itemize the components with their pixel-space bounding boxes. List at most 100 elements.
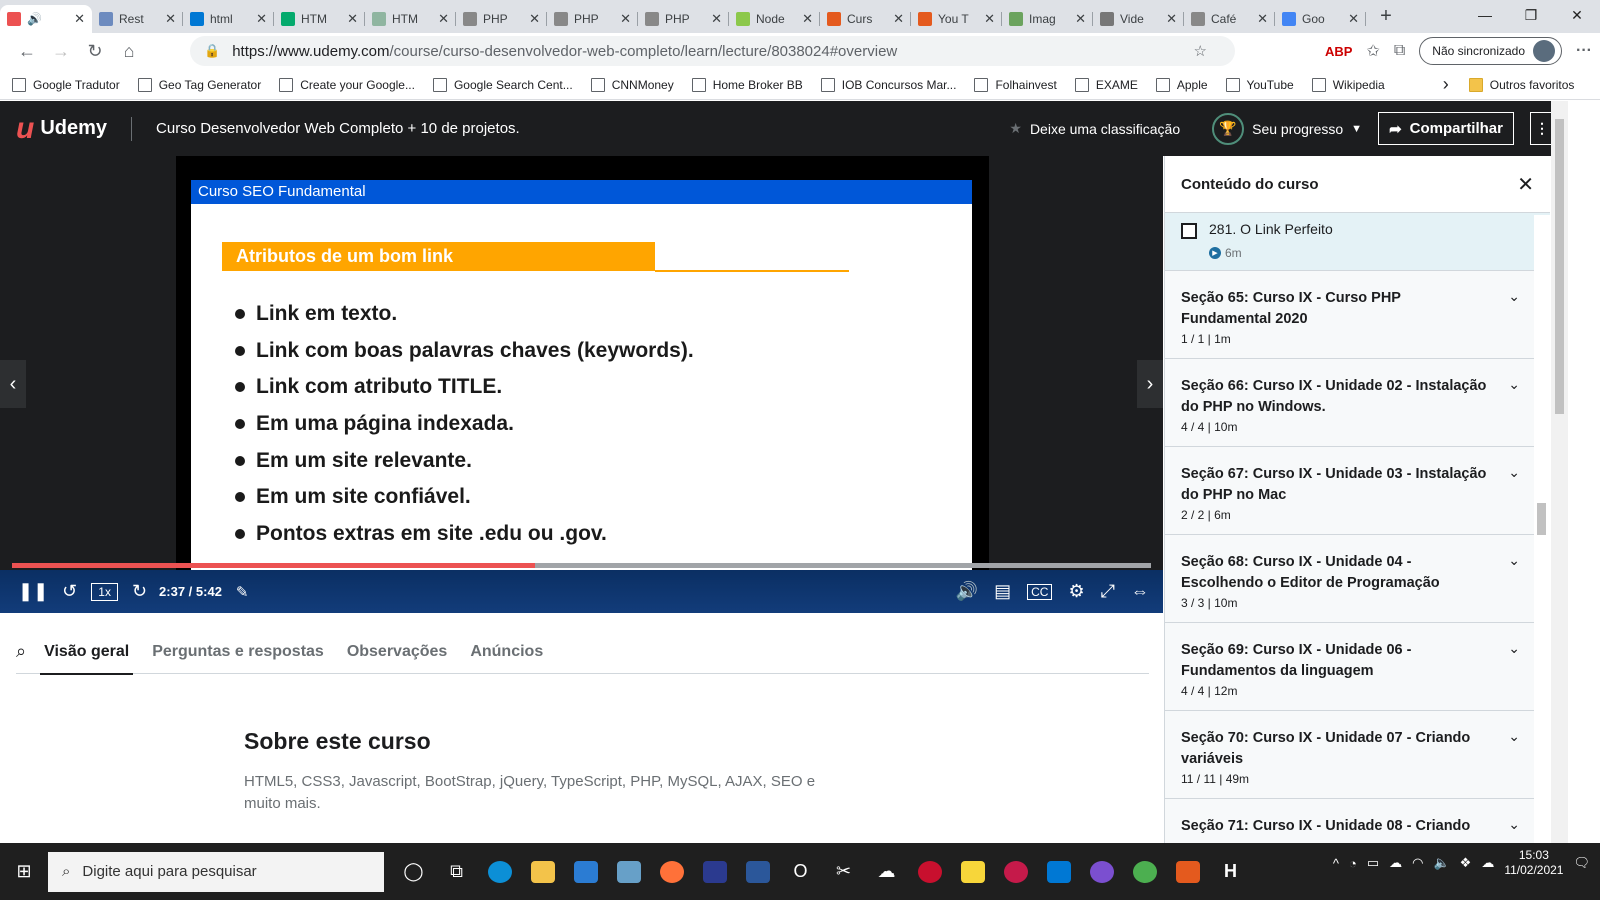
volume-icon[interactable]: 🔊 (956, 581, 978, 602)
edge-icon[interactable] (478, 852, 521, 892)
star-icon[interactable]: ☆ (1194, 42, 1207, 60)
app-orange-icon[interactable] (1166, 852, 1209, 892)
chevron-down-icon[interactable]: ⌄ (1508, 816, 1520, 833)
browser-tab[interactable]: HTM ✕ (274, 5, 365, 33)
file-explorer-icon[interactable] (521, 852, 564, 892)
close-icon[interactable]: ✕ (1517, 172, 1534, 197)
minimize-icon[interactable]: — (1462, 0, 1508, 30)
browser-tab[interactable]: 🔊 ✕ (0, 5, 92, 33)
next-lecture-arrow[interactable]: › (1137, 360, 1163, 408)
lecture-checkbox[interactable] (1181, 223, 1197, 239)
course-section[interactable]: Seção 67: Curso IX - Unidade 03 - Instal… (1165, 447, 1550, 535)
volume-icon[interactable]: 🔈 (1433, 855, 1449, 871)
clock[interactable]: 15:03 11/02/2021 (1504, 848, 1563, 878)
browser-tab[interactable]: Rest ✕ (92, 5, 183, 33)
search-icon[interactable]: ⌕ (16, 641, 26, 662)
restore-icon[interactable]: ❐ (1508, 0, 1554, 30)
other-favorites[interactable]: Outros favoritos (1468, 77, 1574, 92)
tab-overview[interactable]: Visão geral (40, 630, 134, 675)
close-tab-icon[interactable]: ✕ (165, 11, 176, 27)
browser-tab[interactable]: Curs ✕ (820, 5, 911, 33)
raspberry-icon[interactable] (994, 852, 1037, 892)
close-tab-icon[interactable]: ✕ (984, 11, 995, 27)
course-section[interactable]: Seção 66: Curso IX - Unidade 02 - Instal… (1165, 359, 1550, 447)
close-tab-icon[interactable]: ✕ (802, 11, 813, 27)
close-tab-icon[interactable]: ✕ (347, 11, 358, 27)
progress-dropdown[interactable]: 🏆 Seu progresso ▼ (1212, 112, 1362, 145)
onedrive-tray-icon[interactable]: ☁ (1481, 855, 1494, 871)
share-button[interactable]: ➦ Compartilhar (1378, 112, 1514, 145)
close-tab-icon[interactable]: ✕ (893, 11, 904, 27)
transcript-icon[interactable]: ▤ (994, 581, 1011, 602)
browser-tab[interactable]: PHP ✕ (547, 5, 638, 33)
course-section[interactable]: Seção 65: Curso IX - Curso PHP Fundament… (1165, 271, 1550, 359)
browser-tab[interactable]: Imag ✕ (1002, 5, 1093, 33)
sidebar-scroll-thumb[interactable] (1537, 503, 1546, 535)
pause-icon[interactable]: ❚❚ (18, 581, 48, 602)
url-bar[interactable]: 🔒 https://www.udemy.com/course/curso-des… (190, 36, 1235, 66)
previous-lecture-arrow[interactable]: ‹ (0, 360, 26, 408)
browser-tab[interactable]: HTM ✕ (365, 5, 456, 33)
favorites-icon[interactable]: ✩ (1366, 41, 1379, 61)
network-icon[interactable]: ◔ (1349, 856, 1357, 871)
close-tab-icon[interactable]: ✕ (256, 11, 267, 27)
onedrive-icon[interactable]: ☁ (865, 852, 908, 892)
notifications-icon[interactable]: 🗨 (1573, 855, 1590, 871)
vscode-icon[interactable] (1037, 852, 1080, 892)
reload-icon[interactable]: ↻ (78, 41, 112, 62)
new-tab-button[interactable]: + (1372, 5, 1400, 28)
word-icon[interactable] (736, 852, 779, 892)
chevron-down-icon[interactable]: ⌄ (1508, 728, 1520, 745)
expand-icon[interactable]: ⇔ (1131, 581, 1149, 602)
bookmark-item[interactable]: Geo Tag Generator (137, 77, 261, 92)
course-title[interactable]: Curso Desenvolvedor Web Completo + 10 de… (156, 120, 520, 137)
mail-icon[interactable] (564, 852, 607, 892)
wifi-icon[interactable]: ◠ (1412, 855, 1423, 871)
more-icon[interactable]: ··· (1576, 42, 1592, 60)
cortana-icon[interactable]: ◯ (392, 852, 435, 892)
course-section[interactable]: Seção 70: Curso IX - Unidade 07 - Criand… (1165, 711, 1550, 799)
close-tab-icon[interactable]: ✕ (438, 11, 449, 27)
task-view-icon[interactable]: ⧉ (435, 852, 478, 892)
browser-tab[interactable]: PHP ✕ (456, 5, 547, 33)
tab-announcements[interactable]: Anúncios (470, 630, 543, 674)
chevron-up-icon[interactable]: ^ (1333, 856, 1339, 871)
browser-tab[interactable]: Vide ✕ (1093, 5, 1184, 33)
settings-gear-icon[interactable]: ⚙ (1068, 581, 1084, 602)
browser-tab[interactable]: PHP ✕ (638, 5, 729, 33)
course-section[interactable]: Seção 71: Curso IX - Unidade 08 - Criand… (1165, 799, 1550, 843)
battery-icon[interactable]: ▭ (1367, 855, 1379, 871)
bookmark-item[interactable]: Home Broker BB (691, 77, 803, 92)
cloud-icon[interactable]: ☁ (1389, 855, 1402, 871)
app-red-icon[interactable] (908, 852, 951, 892)
browser-tab[interactable]: html ✕ (183, 5, 274, 33)
browser-tab[interactable]: You T ✕ (911, 5, 1002, 33)
current-lecture-item[interactable]: 281. O Link Perfeito ▶ 6m (1165, 213, 1550, 271)
chevron-down-icon[interactable]: ⌄ (1508, 376, 1520, 393)
home-icon[interactable]: ⌂ (112, 41, 146, 62)
bookmark-item[interactable]: EXAME (1074, 77, 1138, 92)
forward-icon[interactable]: ↻ (132, 581, 147, 602)
chevron-down-icon[interactable]: ⌄ (1508, 552, 1520, 569)
course-section[interactable]: Seção 69: Curso IX - Unidade 06 - Fundam… (1165, 623, 1550, 711)
chrome-icon[interactable] (1123, 852, 1166, 892)
udemy-logo[interactable]: u Udemy (16, 112, 107, 146)
chevron-down-icon[interactable]: ⌄ (1508, 640, 1520, 657)
note-icon[interactable]: ✎ (236, 583, 249, 601)
bookmark-item[interactable]: IOB Concursos Mar... (820, 77, 956, 92)
browser-tab[interactable]: Goo ✕ (1275, 5, 1366, 33)
bookmark-item[interactable]: Google Search Cent... (432, 77, 573, 92)
windows-start-icon[interactable]: ⊞ (0, 852, 48, 892)
rewind-icon[interactable]: ↺ (62, 581, 77, 602)
close-tab-icon[interactable]: ✕ (1166, 11, 1177, 27)
video-player[interactable]: Curso SEO Fundamental Atributos de um bo… (0, 156, 1163, 613)
back-icon[interactable]: ← (10, 41, 44, 62)
chevron-down-icon[interactable]: ⌄ (1508, 288, 1520, 305)
page-scrollbar[interactable] (1551, 101, 1568, 843)
browser-tab[interactable]: Café ✕ (1184, 5, 1275, 33)
collections-icon[interactable]: ⧉ (1394, 42, 1405, 60)
dropbox-icon[interactable]: ❖ (1460, 855, 1472, 871)
extension-icon[interactable]: ABP (1325, 44, 1352, 59)
bookmark-item[interactable]: Apple (1155, 77, 1208, 92)
tool-icon[interactable]: ✂ (822, 852, 865, 892)
